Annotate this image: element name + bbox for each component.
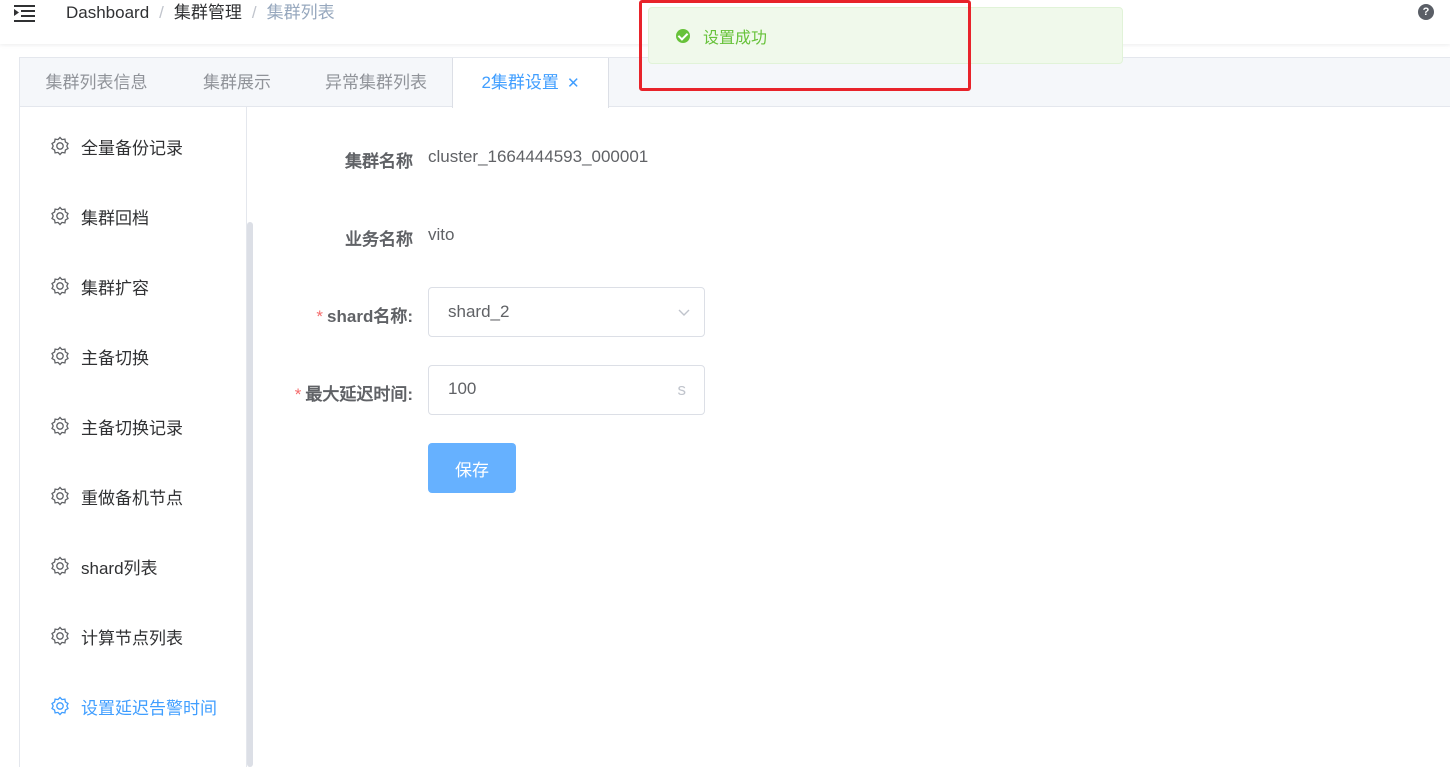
toast-message: 设置成功	[703, 29, 768, 47]
success-toast: 设置成功	[648, 7, 1123, 64]
gear-icon	[51, 346, 69, 366]
tab-label: 2集群设置	[481, 73, 559, 92]
business-name-label: 业务名称	[345, 230, 413, 249]
sidebar-item-label: 主备切换	[81, 348, 149, 368]
shard-name-label-text: shard名称:	[327, 307, 413, 326]
sidebar-item-label: 计算节点列表	[81, 628, 183, 648]
sidebar-item-label: 主备切换记录	[81, 418, 183, 438]
shard-select-value: shard_2	[448, 302, 510, 321]
gear-icon	[51, 696, 69, 716]
close-icon[interactable]: ✕	[567, 75, 580, 92]
sidebar-item-label: 设置延迟告警时间	[81, 698, 217, 718]
max-delay-unit: s	[677, 380, 687, 399]
sidebar-item-label: shard列表	[81, 558, 158, 578]
sidebar-item-cluster-rollback[interactable]: 集群回档	[20, 181, 246, 251]
business-name-value: vito	[428, 225, 455, 244]
required-mark: *	[294, 385, 302, 404]
sidebar-item-label: 集群回档	[81, 208, 149, 228]
sidebar-item-delay-alert-setting[interactable]: 设置延迟告警时间	[20, 671, 246, 741]
gear-icon	[51, 626, 69, 646]
gear-icon	[51, 486, 69, 506]
max-delay-label-text: 最大延迟时间:	[305, 385, 413, 404]
cluster-name-label: 集群名称	[345, 152, 413, 171]
tab-cluster-display[interactable]: 集群展示	[173, 58, 301, 107]
tab-bar: 集群列表信息 集群展示 异常集群列表 2集群设置 ✕	[19, 57, 1450, 108]
shard-select[interactable]: shard_2	[428, 287, 705, 337]
tab-label: 集群展示	[203, 73, 271, 92]
sidebar-item-failover[interactable]: 主备切换	[20, 321, 246, 391]
cluster-name-value: cluster_1664444593_000001	[428, 147, 649, 166]
max-delay-field: s	[428, 365, 705, 415]
gear-icon	[51, 136, 69, 156]
shard-name-label: * shard名称:	[260, 302, 413, 327]
tab-cluster-list-info[interactable]: 集群列表信息	[20, 58, 173, 107]
sidebar-item-full-backup-records[interactable]: 全量备份记录	[20, 111, 246, 181]
breadcrumb-separator: /	[251, 3, 257, 22]
tab-label: 异常集群列表	[325, 73, 427, 92]
sidebar-item-failover-records[interactable]: 主备切换记录	[20, 391, 246, 461]
sidebar-item-label: 集群扩容	[81, 278, 149, 298]
tab-cluster-settings[interactable]: 2集群设置 ✕	[452, 58, 609, 108]
tab-abnormal-cluster-list[interactable]: 异常集群列表	[301, 58, 451, 107]
sidebar-item-label: 全量备份记录	[81, 138, 183, 158]
breadcrumb-cluster-list: 集群列表	[266, 3, 335, 22]
breadcrumb: Dashboard / 集群管理 / 集群列表	[66, 3, 335, 23]
gear-icon	[51, 556, 69, 576]
gear-icon	[51, 206, 69, 226]
sidebar: 全量备份记录 集群回档 集群扩容 主备切换 主备切换记录 重做备机节点 shar…	[19, 107, 247, 767]
max-delay-label: * 最大延迟时间:	[260, 380, 413, 405]
sidebar-item-shard-list[interactable]: shard列表	[20, 531, 246, 601]
breadcrumb-cluster-management[interactable]: 集群管理	[174, 3, 242, 23]
sidebar-scrollbar[interactable]	[247, 222, 253, 767]
sidebar-item-rebuild-standby[interactable]: 重做备机节点	[20, 461, 246, 531]
tab-label: 集群列表信息	[45, 73, 148, 92]
sidebar-item-compute-node-list[interactable]: 计算节点列表	[20, 601, 246, 671]
gear-icon	[51, 416, 69, 436]
max-delay-input[interactable]	[448, 366, 668, 412]
breadcrumb-separator: /	[159, 3, 164, 22]
check-circle-icon	[676, 28, 690, 43]
save-button[interactable]: 保存	[428, 443, 516, 493]
sidebar-item-cluster-expansion[interactable]: 集群扩容	[20, 251, 246, 321]
gear-icon	[51, 276, 69, 296]
required-mark: *	[316, 307, 324, 326]
hamburger-icon[interactable]	[14, 4, 36, 22]
help-icon[interactable]: ?	[1418, 4, 1434, 20]
chevron-down-icon	[678, 309, 690, 316]
sidebar-item-label: 重做备机节点	[81, 488, 183, 508]
breadcrumb-dashboard[interactable]: Dashboard	[66, 3, 149, 23]
